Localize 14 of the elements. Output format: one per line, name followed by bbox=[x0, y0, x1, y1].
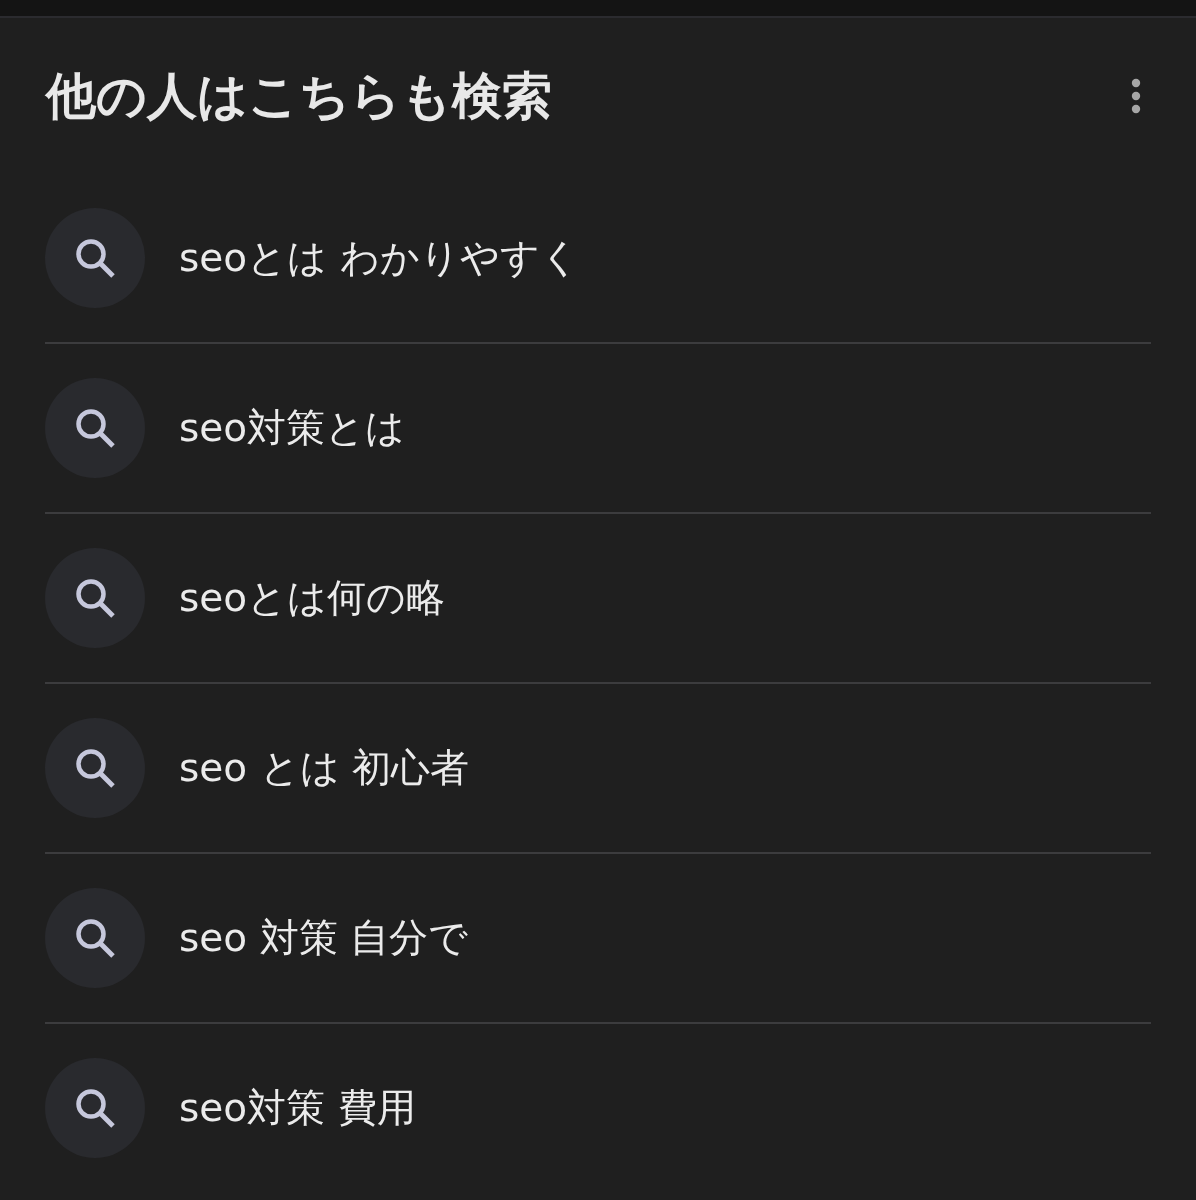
search-icon bbox=[45, 548, 145, 648]
related-search-link[interactable]: seo 対策 自分で bbox=[45, 854, 1151, 1022]
search-icon bbox=[45, 888, 145, 988]
search-icon bbox=[45, 1058, 145, 1158]
related-search-link[interactable]: seo対策とは bbox=[45, 344, 1151, 512]
section-title: 他の人はこちらも検索 bbox=[46, 66, 552, 126]
related-search-link[interactable]: seoとは わかりやすく bbox=[45, 174, 1151, 342]
related-search-link[interactable]: seo とは 初心者 bbox=[45, 684, 1151, 852]
related-search-link[interactable]: seo対策 費用 bbox=[45, 1024, 1151, 1192]
related-search-link[interactable]: seoとは何の略 bbox=[45, 514, 1151, 682]
search-icon bbox=[45, 378, 145, 478]
search-icon bbox=[45, 718, 145, 818]
search-icon bbox=[45, 208, 145, 308]
more-options-icon bbox=[1131, 78, 1141, 114]
